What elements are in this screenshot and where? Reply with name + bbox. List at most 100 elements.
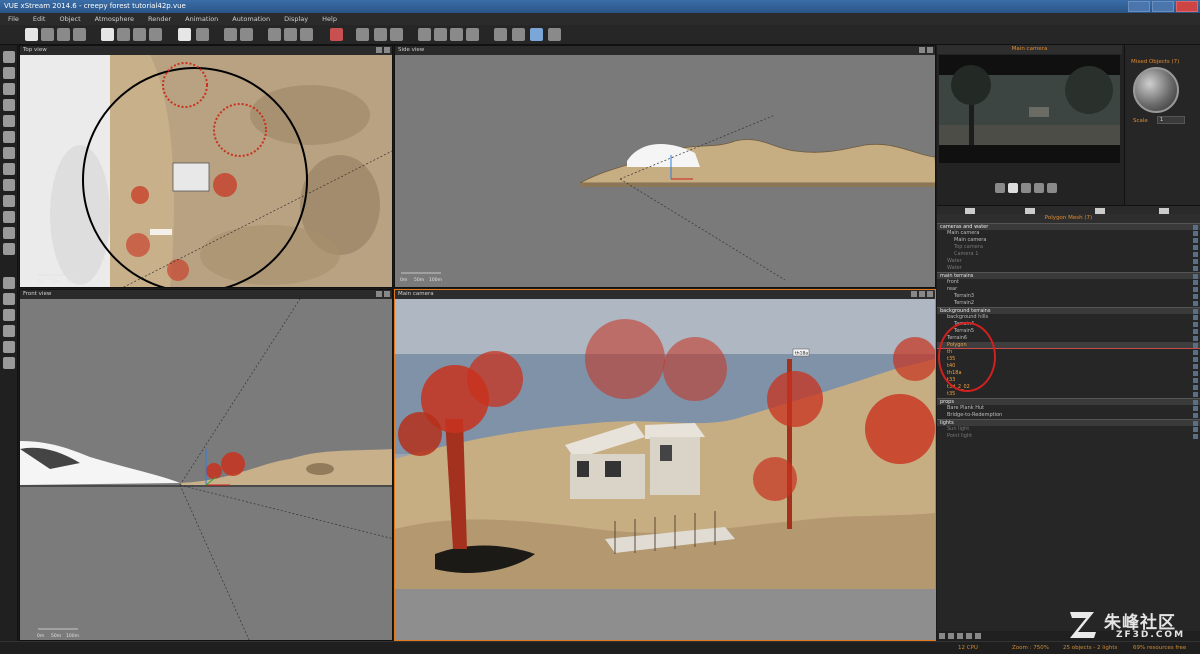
tree-item-row[interactable]: Camera 1 <box>937 251 1200 258</box>
tree-group-row[interactable]: background terrains <box>937 307 1200 314</box>
paste-icon[interactable] <box>133 28 146 41</box>
top-viewport[interactable]: Top view 0m 50m 100m <box>19 45 393 288</box>
material-preview[interactable] <box>1133 67 1179 113</box>
menu-render[interactable]: Render <box>142 13 177 25</box>
camera-frame-icon[interactable] <box>1008 183 1018 193</box>
tree-item-row[interactable]: Main camera <box>937 237 1200 244</box>
save-as-icon[interactable] <box>73 28 86 41</box>
menu-edit[interactable]: Edit <box>27 13 52 25</box>
tree-item-row[interactable]: Bridge-to-Redemption <box>937 412 1200 419</box>
camera-icon[interactable] <box>224 28 237 41</box>
world-browser-tree[interactable]: cameras and water Main camera Main camera T… <box>937 223 1200 631</box>
terrain-icon[interactable] <box>3 83 15 95</box>
camera-preview[interactable] <box>939 55 1120 163</box>
fan-icon[interactable] <box>3 195 15 207</box>
viewport-maximize-icon[interactable] <box>927 47 933 53</box>
undo-icon[interactable] <box>178 28 191 41</box>
water-icon[interactable] <box>3 147 15 159</box>
duplicate-icon[interactable] <box>149 28 162 41</box>
redo-icon[interactable] <box>196 28 209 41</box>
menu-atmosphere[interactable]: Atmosphere <box>89 13 140 25</box>
boolean-icon[interactable] <box>3 227 15 239</box>
tree-item-row[interactable]: Main camera <box>937 230 1200 237</box>
tree-item-row[interactable]: Point light <box>937 433 1200 440</box>
close-button[interactable] <box>1176 1 1198 12</box>
main-camera-viewport[interactable]: Main camera th18a <box>394 289 936 641</box>
viewport-options-icon[interactable] <box>376 291 382 297</box>
viewport-options-icon[interactable] <box>376 47 382 53</box>
save-icon[interactable] <box>57 28 70 41</box>
viewport-options-icon[interactable] <box>919 47 925 53</box>
cut-icon[interactable] <box>101 28 114 41</box>
side-viewport[interactable]: Side view 0m 50m 100m <box>394 45 936 288</box>
ecosystem-icon[interactable] <box>3 179 15 191</box>
camera-roll-icon[interactable] <box>1047 183 1057 193</box>
flag-icon[interactable] <box>390 28 403 41</box>
spot-icon[interactable] <box>3 293 15 305</box>
sun-icon[interactable] <box>240 28 253 41</box>
zoom-fit-icon[interactable] <box>450 28 463 41</box>
camera-dolly-icon[interactable] <box>1034 183 1044 193</box>
open-file-icon[interactable] <box>41 28 54 41</box>
material-icon[interactable] <box>268 28 281 41</box>
zoom-out-icon[interactable] <box>434 28 447 41</box>
tree-item-row[interactable]: Water <box>937 265 1200 272</box>
copy-icon[interactable] <box>117 28 130 41</box>
tree-item-row[interactable]: Terrain2 <box>937 300 1200 307</box>
menu-automation[interactable]: Automation <box>226 13 276 25</box>
viewport-maximize-icon[interactable] <box>384 291 390 297</box>
scale-input[interactable]: 1 <box>1157 116 1185 124</box>
plant-icon[interactable] <box>3 99 15 111</box>
zoom-in-icon[interactable] <box>418 28 431 41</box>
metablob-icon[interactable] <box>3 243 15 255</box>
tree-item-row[interactable]: Water <box>937 258 1200 265</box>
paint-icon[interactable] <box>300 28 313 41</box>
viewport-render-icon[interactable] <box>919 291 925 297</box>
curve-icon[interactable] <box>3 163 15 175</box>
viewport-maximize-icon[interactable] <box>927 291 933 297</box>
tree-group-row[interactable]: props <box>937 398 1200 405</box>
menu-file[interactable]: File <box>2 13 25 25</box>
lock-icon[interactable] <box>957 633 963 639</box>
tree-group-row[interactable]: main terrains <box>937 272 1200 279</box>
tree-item-row[interactable]: background hills <box>937 314 1200 321</box>
text-icon[interactable] <box>3 67 15 79</box>
tree-item-row[interactable]: t35 <box>937 391 1200 398</box>
tree-item-row[interactable]: Terrain3 <box>937 293 1200 300</box>
menu-help[interactable]: Help <box>316 13 343 25</box>
front-viewport[interactable]: Front view 0m 50m 100m <box>19 289 393 641</box>
tree-item-row[interactable]: rear <box>937 286 1200 293</box>
menu-display[interactable]: Display <box>278 13 314 25</box>
link-icon[interactable] <box>3 357 15 369</box>
tree-item-row[interactable]: Sun light <box>937 426 1200 433</box>
new-layer-icon[interactable] <box>939 633 945 639</box>
group-icon[interactable] <box>3 341 15 353</box>
cloud-icon[interactable] <box>3 131 15 143</box>
menu-object[interactable]: Object <box>53 13 86 25</box>
render-area-icon[interactable] <box>512 28 525 41</box>
render-icon[interactable] <box>530 28 543 41</box>
chart-icon[interactable] <box>374 28 387 41</box>
object-icon[interactable] <box>284 28 297 41</box>
viewport-options-icon[interactable] <box>911 291 917 297</box>
quad-light-icon[interactable] <box>3 309 15 321</box>
gear-icon[interactable] <box>3 325 15 337</box>
maximize-button[interactable] <box>1152 1 1174 12</box>
zoom-select-icon[interactable] <box>466 28 479 41</box>
light-icon[interactable] <box>356 28 369 41</box>
filter-icon[interactable] <box>975 633 981 639</box>
tree-item-row[interactable]: Top camera <box>937 244 1200 251</box>
tree-group-row[interactable]: lights <box>937 419 1200 426</box>
delete-layer-icon[interactable] <box>948 633 954 639</box>
camera-pan-icon[interactable] <box>995 183 1005 193</box>
minimize-button[interactable] <box>1128 1 1150 12</box>
viewport-maximize-icon[interactable] <box>384 47 390 53</box>
tree-item-row[interactable]: Bare Plank Hut <box>937 405 1200 412</box>
cube-icon[interactable] <box>3 51 15 63</box>
color-icon[interactable] <box>330 28 343 41</box>
rock-icon[interactable] <box>3 115 15 127</box>
render-settings-icon[interactable] <box>548 28 561 41</box>
tree-group-row[interactable]: cameras and water <box>937 223 1200 230</box>
film-icon[interactable] <box>494 28 507 41</box>
lightbulb-icon[interactable] <box>3 277 15 289</box>
